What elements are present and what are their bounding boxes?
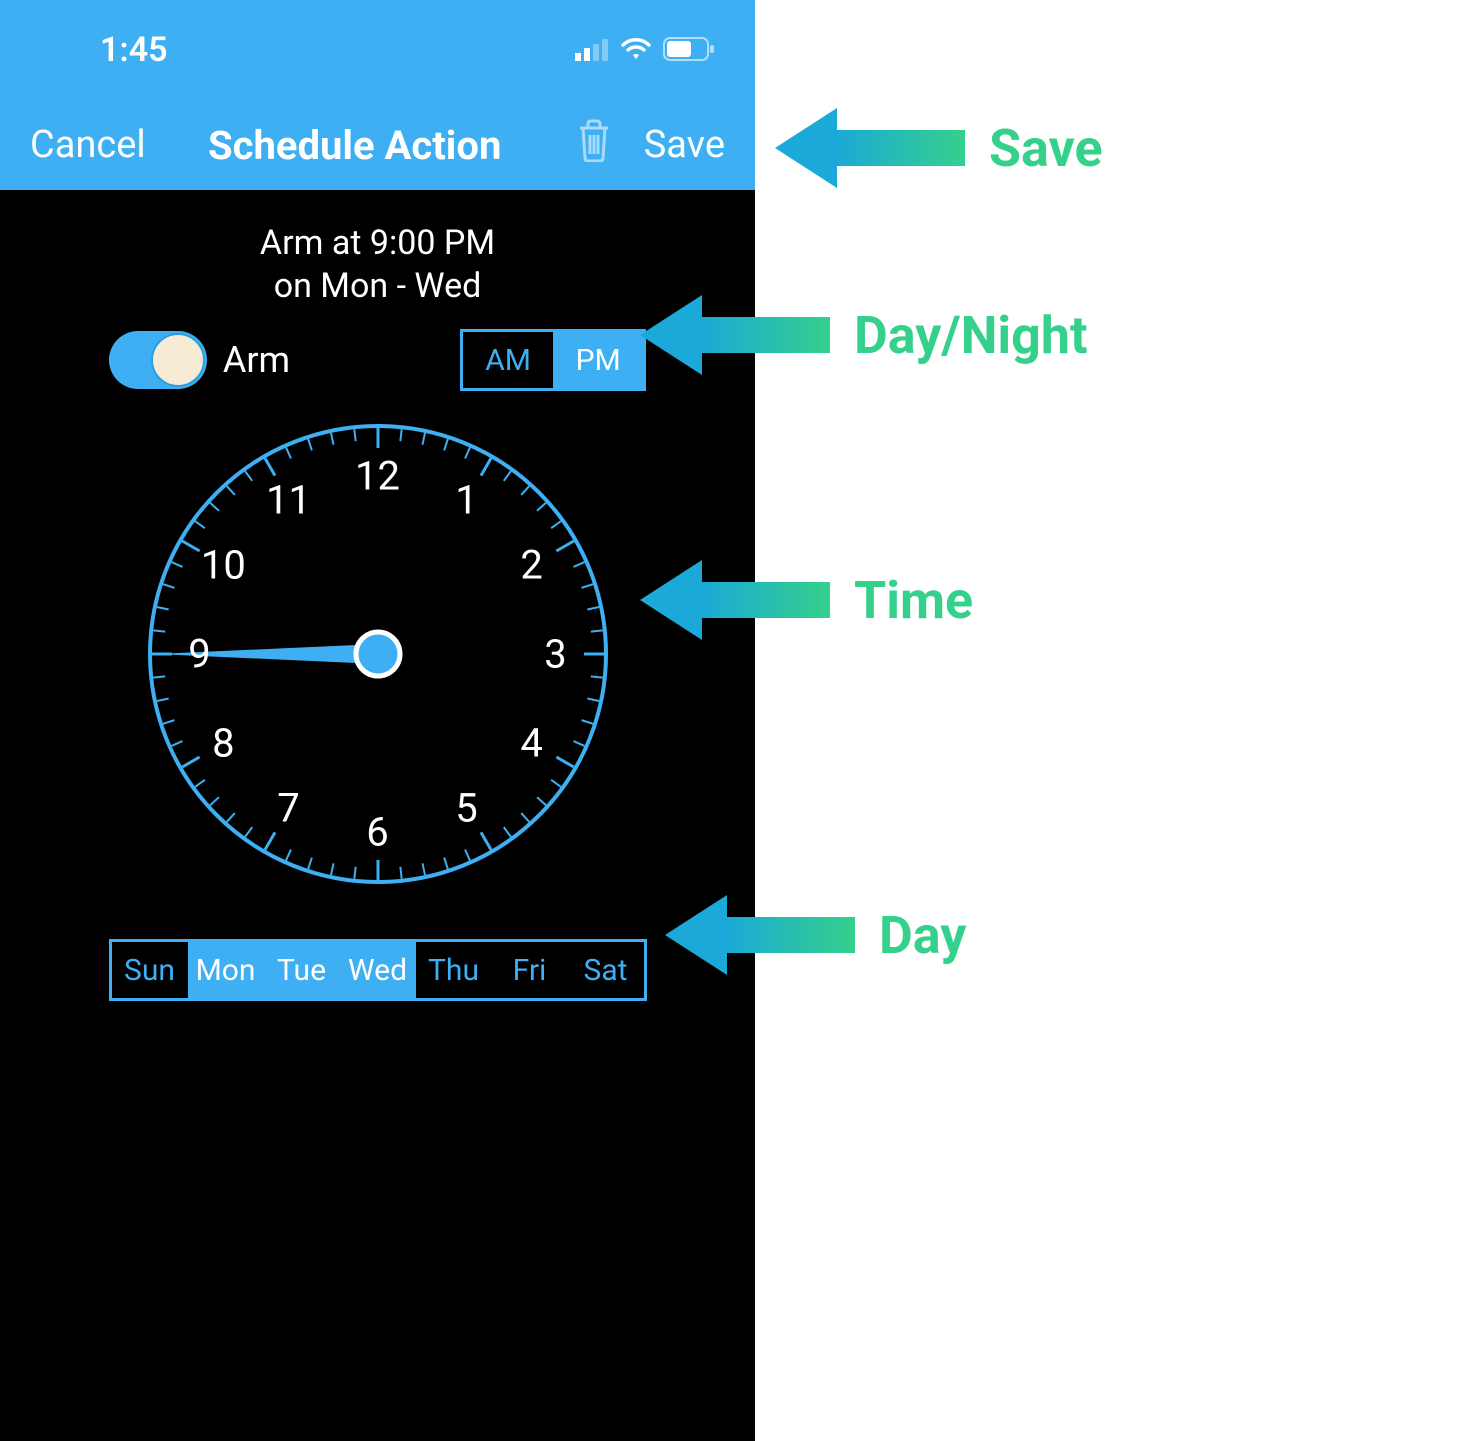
day-option-sat[interactable]: Sat [568, 942, 644, 998]
toggle-knob [151, 333, 205, 387]
clock-number-11: 11 [266, 476, 311, 523]
clock-number-5: 5 [455, 785, 477, 832]
day-selector: SunMonTueWedThuFriSat [109, 939, 647, 1001]
clock-number-7: 7 [277, 785, 299, 832]
status-icons [575, 30, 715, 70]
arrow-icon [640, 295, 830, 375]
day-option-fri[interactable]: Fri [492, 942, 568, 998]
annotation-daynight: Day/Night [640, 295, 1088, 375]
arrow-icon [665, 895, 855, 975]
clock-face[interactable]: 121234567891011 [143, 419, 613, 889]
annotation-day: Day [665, 895, 966, 975]
day-option-mon[interactable]: Mon [188, 942, 264, 998]
clock-number-2: 2 [520, 542, 542, 589]
cancel-button[interactable]: Cancel [30, 123, 146, 167]
clock-number-10: 10 [201, 542, 246, 589]
annotation-time-label: Time [854, 570, 973, 631]
phone-frame: 1:45 [0, 0, 755, 1441]
clock-number-8: 8 [212, 720, 234, 767]
clock-number-1: 1 [455, 476, 477, 523]
clock-number-3: 3 [544, 631, 566, 678]
status-time: 1:45 [100, 30, 168, 70]
clock-number-9: 9 [188, 631, 210, 678]
battery-icon [663, 30, 715, 70]
save-button[interactable]: Save [644, 123, 725, 167]
nav-bar: Cancel Schedule Action Save [0, 118, 755, 172]
day-option-wed[interactable]: Wed [340, 942, 416, 998]
annotation-day-label: Day [879, 905, 966, 966]
arm-label: Arm [223, 339, 290, 381]
am-option[interactable]: AM [463, 332, 553, 388]
arm-toggle-group: Arm [109, 331, 290, 389]
annotation-daynight-label: Day/Night [854, 305, 1088, 366]
ampm-segmented: AM PM [460, 329, 646, 391]
clock-number-12: 12 [355, 453, 400, 500]
day-option-tue[interactable]: Tue [264, 942, 340, 998]
day-option-thu[interactable]: Thu [416, 942, 492, 998]
header: 1:45 [0, 0, 755, 190]
page-title: Schedule Action [136, 122, 574, 169]
annotation-save-label: Save [989, 118, 1103, 179]
arm-toggle[interactable] [109, 331, 207, 389]
days-wrap: SunMonTueWedThuFriSat [0, 939, 755, 1001]
clock-number-6: 6 [366, 809, 388, 856]
pm-option[interactable]: PM [553, 332, 643, 388]
cellular-icon [575, 30, 609, 70]
arrow-icon [640, 560, 830, 640]
trash-icon[interactable] [574, 118, 614, 172]
clock-number-4: 4 [520, 720, 542, 767]
wifi-icon [619, 30, 653, 70]
day-option-sun[interactable]: Sun [112, 942, 188, 998]
clock-wrap: 121234567891011 [0, 419, 755, 889]
annotation-save: Save [775, 108, 1103, 188]
annotation-time: Time [640, 560, 973, 640]
summary-line-1: Arm at 9:00 PM [0, 222, 755, 265]
arrow-icon [775, 108, 965, 188]
status-bar: 1:45 [0, 0, 755, 70]
